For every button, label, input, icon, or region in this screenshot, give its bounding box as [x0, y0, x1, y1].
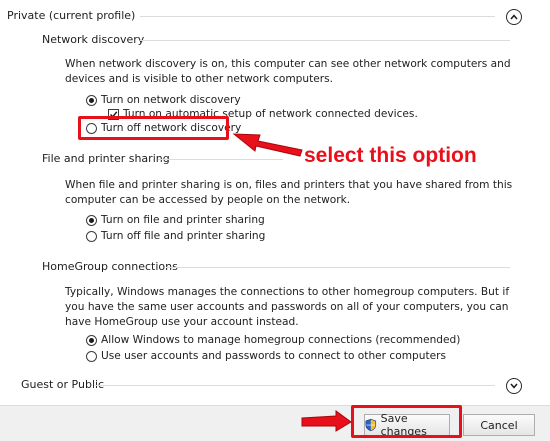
arrow-to-save-button — [301, 410, 352, 432]
annotation-arrows — [232, 133, 352, 432]
annotation-select-this-option: select this option — [304, 144, 477, 167]
arrow-to-option — [232, 133, 303, 157]
